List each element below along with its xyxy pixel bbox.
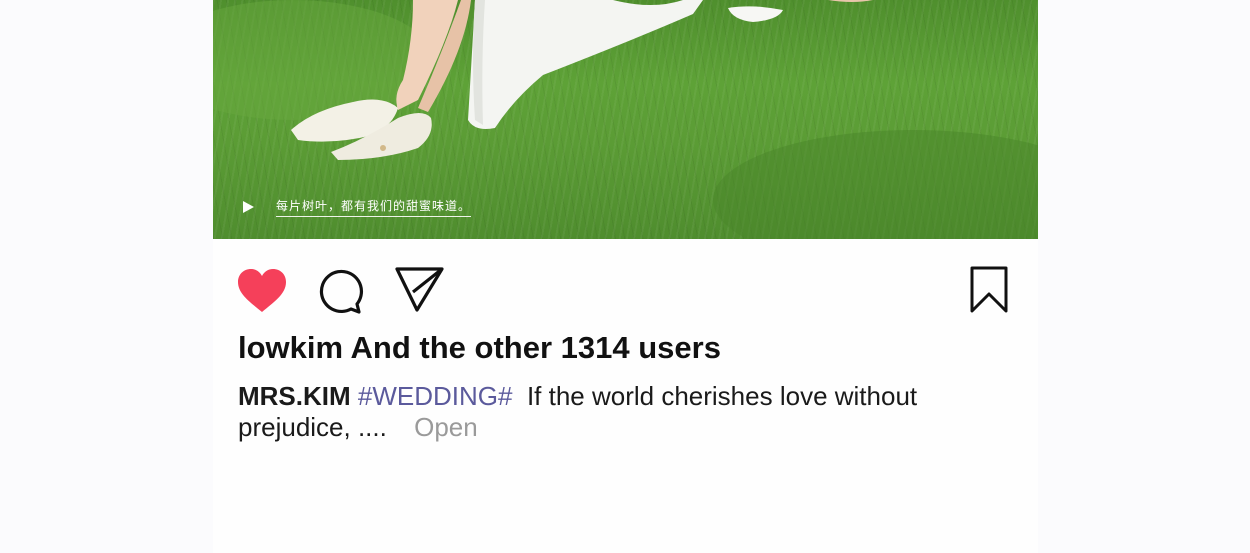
share-button[interactable] [395, 266, 445, 316]
save-button[interactable] [969, 266, 1009, 318]
post-card: 每片树叶，都有我们的甜蜜味道。 lowkim And the other 131… [213, 0, 1038, 553]
heart-filled-icon [238, 269, 286, 312]
post-caption: MRS.KIM #WEDDING# If the world cherishes… [238, 381, 938, 443]
caption-open-link[interactable]: Open [414, 412, 478, 442]
caption-hashtag[interactable]: #WEDDING# [358, 381, 513, 411]
action-bar [213, 262, 1038, 316]
post-photo[interactable]: 每片树叶，都有我们的甜蜜味道。 [213, 0, 1038, 239]
photo-overlay-text: 每片树叶，都有我们的甜蜜味道。 [276, 197, 472, 217]
photo-caption-overlay: 每片树叶，都有我们的甜蜜味道。 [243, 197, 472, 217]
comment-bubble-icon [319, 269, 364, 314]
play-icon[interactable] [243, 201, 254, 213]
comment-button[interactable] [317, 268, 365, 318]
bookmark-icon [970, 266, 1008, 313]
like-button[interactable] [236, 268, 288, 318]
caption-author[interactable]: MRS.KIM [238, 381, 351, 411]
likes-count[interactable]: lowkim And the other 1314 users [238, 330, 721, 366]
send-icon [395, 267, 444, 312]
